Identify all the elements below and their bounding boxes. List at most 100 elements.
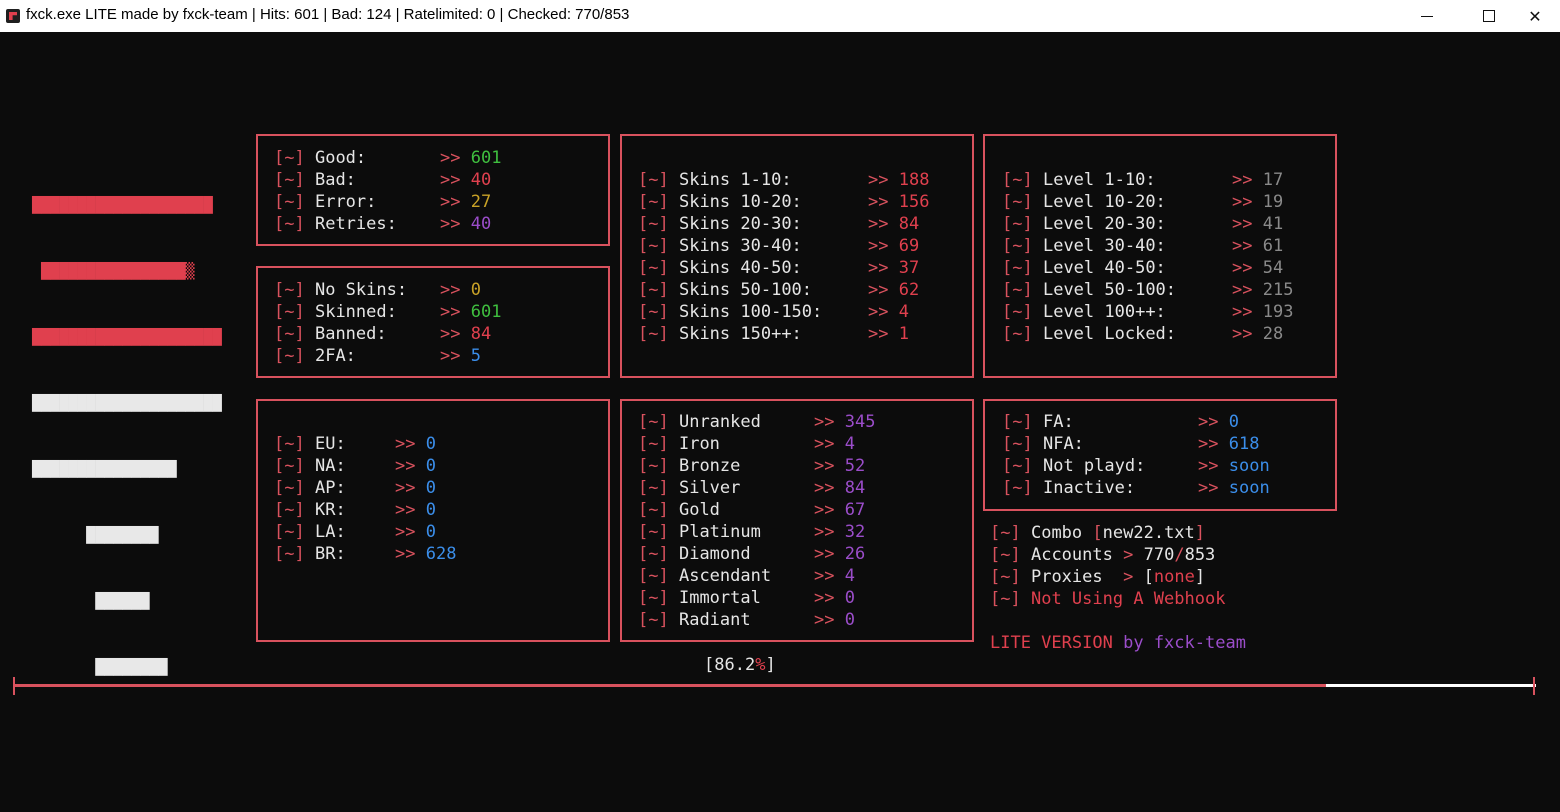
minimize-icon	[1421, 15, 1433, 17]
skins-row-label: [~] Skins 50-100:	[638, 280, 813, 300]
skins-row-label: [~] Skins 30-40:	[638, 236, 802, 256]
levels-row-label: [~] Level 40-50:	[1002, 258, 1166, 278]
levels-row-value: >> 215	[1232, 280, 1294, 300]
access-row-value: >> 618	[1198, 434, 1260, 454]
combo-line: [~] Combo [new22.txt]	[990, 523, 1206, 543]
account-status-row-label: [~] 2FA:	[274, 346, 356, 366]
skins-row-label: [~] Skins 150++:	[638, 324, 802, 344]
ranks-row-label: [~] Iron	[638, 434, 720, 454]
logo-row: ████████	[32, 658, 168, 676]
account-status-row-label: [~] No Skins:	[274, 280, 408, 300]
access-row-label: [~] Not playd:	[1002, 456, 1146, 476]
skins-row-value: >> 62	[868, 280, 920, 300]
skins-row-value: >> 84	[868, 214, 920, 234]
proxies-line: [~] Proxies > [none]	[990, 567, 1206, 587]
regions-row-label: [~] AP:	[274, 478, 346, 498]
minimize-button[interactable]	[1404, 0, 1450, 32]
regions-row-label: [~] BR:	[274, 544, 346, 564]
ranks-row-label: [~] Radiant	[638, 610, 751, 630]
ranks-row-label: [~] Platinum	[638, 522, 761, 542]
skins-row-label: [~] Skins 10-20:	[638, 192, 802, 212]
stats-row-label: [~] Retries:	[274, 214, 397, 234]
logo-row: █████████████████████	[32, 394, 222, 412]
regions-row-value: >> 628	[395, 544, 457, 564]
regions-row-label: [~] EU:	[274, 434, 346, 454]
skins-row-label: [~] Skins 100-150:	[638, 302, 823, 322]
progress-bar	[14, 684, 1536, 688]
regions-row-label: [~] NA:	[274, 456, 346, 476]
progress-fill	[14, 684, 1326, 687]
ranks-row-label: [~] Unranked	[638, 412, 761, 432]
maximize-icon	[1483, 10, 1495, 22]
progress-right-tick	[1533, 677, 1535, 695]
access-row-value: >> 0	[1198, 412, 1239, 432]
logo-row: ████████████████	[32, 460, 177, 478]
levels-row-label: [~] Level 30-40:	[1002, 236, 1166, 256]
account-status-row-label: [~] Banned:	[274, 324, 387, 344]
levels-row-label: [~] Level 1-10:	[1002, 170, 1156, 190]
ranks-row-value: >> 0	[814, 610, 855, 630]
ranks-row-value: >> 4	[814, 566, 855, 586]
logo-row: ████████	[32, 526, 159, 544]
skins-row-value: >> 156	[868, 192, 930, 212]
ranks-row-label: [~] Ascendant	[638, 566, 772, 586]
regions-row-value: >> 0	[395, 500, 436, 520]
stats-row-value: >> 27	[440, 192, 492, 212]
ranks-row-label: [~] Silver	[638, 478, 741, 498]
maximize-button[interactable]	[1466, 0, 1512, 32]
scrollbar[interactable]	[1546, 32, 1560, 802]
access-row-label: [~] NFA:	[1002, 434, 1084, 454]
levels-row-value: >> 41	[1232, 214, 1284, 234]
skins-row-label: [~] Skins 40-50:	[638, 258, 802, 278]
ranks-row-label: [~] Bronze	[638, 456, 741, 476]
ranks-row-label: [~] Immortal	[638, 588, 761, 608]
ranks-row-value: >> 345	[814, 412, 876, 432]
skins-row-value: >> 69	[868, 236, 920, 256]
ranks-row-value: >> 67	[814, 500, 866, 520]
progress-remaining	[1326, 684, 1536, 687]
stats-row-label: [~] Error:	[274, 192, 377, 212]
skins-row-label: [~] Skins 1-10:	[638, 170, 792, 190]
account-status-row-value: >> 84	[440, 324, 492, 344]
ranks-row-value: >> 26	[814, 544, 866, 564]
regions-row-value: >> 0	[395, 434, 436, 454]
skins-row-label: [~] Skins 20-30:	[638, 214, 802, 234]
ranks-row-value: >> 4	[814, 434, 855, 454]
stats-row-value: >> 40	[440, 170, 492, 190]
close-button[interactable]: ✕	[1512, 0, 1558, 32]
close-icon: ✕	[1528, 6, 1542, 26]
account-status-row-label: [~] Skinned:	[274, 302, 397, 322]
stats-row-label: [~] Good:	[274, 148, 367, 168]
stats-row-label: [~] Bad:	[274, 170, 356, 190]
window-title: fxck.exe LITE made by fxck-team | Hits: …	[26, 6, 630, 23]
levels-row-value: >> 54	[1232, 258, 1284, 278]
levels-row-label: [~] Level 20-30:	[1002, 214, 1166, 234]
logo-row: ████████████████████	[32, 196, 213, 214]
levels-row-label: [~] Level 50-100:	[1002, 280, 1177, 300]
ranks-row-value: >> 52	[814, 456, 866, 476]
skins-row-value: >> 1	[868, 324, 909, 344]
ascii-logo: ████████████████████ ████████████████▒ █…	[32, 150, 222, 700]
logo-row: ████████████████▒	[32, 262, 195, 280]
levels-row-label: [~] Level 100++:	[1002, 302, 1166, 322]
account-status-row-value: >> 0	[440, 280, 481, 300]
access-row-value: >> soon	[1198, 456, 1270, 476]
ranks-row-value: >> 32	[814, 522, 866, 542]
account-status-row-value: >> 5	[440, 346, 481, 366]
accounts-line: [~] Accounts > 770/853	[990, 545, 1216, 565]
logo-row: █████████████████████	[32, 328, 222, 346]
skins-row-value: >> 4	[868, 302, 909, 322]
regions-row-label: [~] LA:	[274, 522, 346, 542]
access-row-value: >> soon	[1198, 478, 1270, 498]
levels-row-value: >> 19	[1232, 192, 1284, 212]
skins-row-value: >> 37	[868, 258, 920, 278]
account-status-row-value: >> 601	[440, 302, 502, 322]
regions-row-label: [~] KR:	[274, 500, 346, 520]
ranks-row-label: [~] Diamond	[638, 544, 751, 564]
regions-row-value: >> 0	[395, 522, 436, 542]
webhook-line: [~] Not Using A Webhook	[990, 589, 1226, 609]
levels-row-label: [~] Level 10-20:	[1002, 192, 1166, 212]
levels-row-value: >> 193	[1232, 302, 1294, 322]
levels-row-label: [~] Level Locked:	[1002, 324, 1177, 344]
regions-row-value: >> 0	[395, 456, 436, 476]
